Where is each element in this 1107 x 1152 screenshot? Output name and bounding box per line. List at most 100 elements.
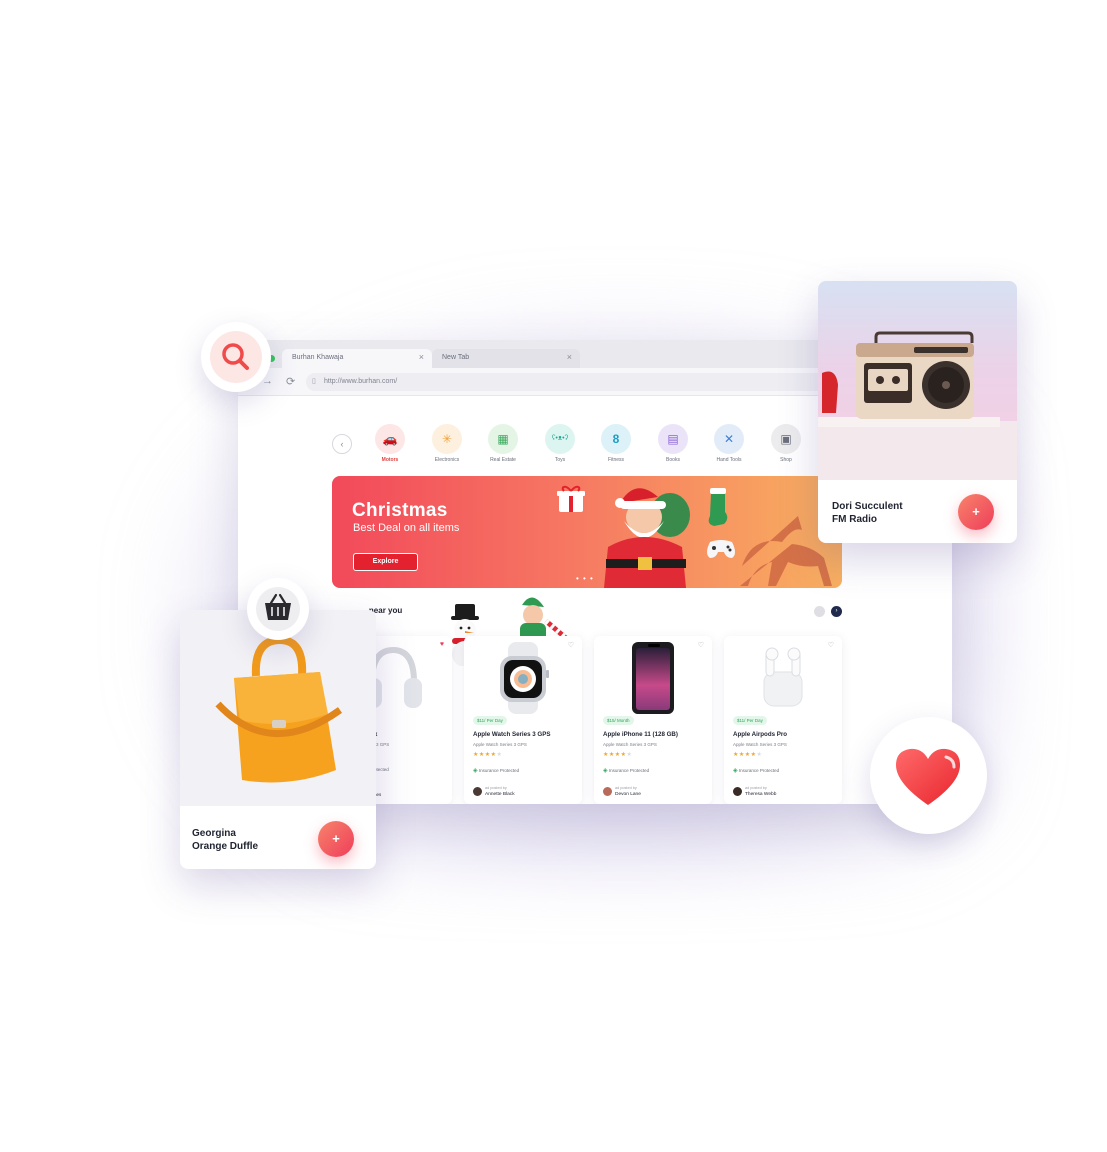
search-icon <box>210 331 262 383</box>
poster-name: Devon Lane <box>615 792 641 797</box>
section-next-button[interactable]: › <box>831 606 842 617</box>
shield-icon: ◈ <box>733 768 738 774</box>
add-to-cart-button[interactable]: + <box>958 494 994 530</box>
product-name: Apple iPhone 11 (128 GB) <box>603 731 678 738</box>
iphone-image <box>632 642 674 714</box>
avatar <box>603 787 612 796</box>
banner-pager-dots[interactable]: • • • <box>576 574 594 583</box>
favorite-button[interactable] <box>870 717 987 834</box>
ad-poster[interactable]: ad posted by Devon Lane <box>603 786 673 800</box>
category-toys[interactable]: ʕ•ᴥ•ʔ Toys <box>540 424 580 463</box>
category-label: Toys <box>554 457 566 463</box>
explore-button[interactable]: Explore <box>353 553 418 571</box>
category-hand-tools[interactable]: ✕ Hand Tools <box>709 424 749 463</box>
posted-by-label: ad posted by <box>745 786 767 790</box>
shield-icon: ◈ <box>473 768 478 774</box>
category-shop[interactable]: ▣ Shop <box>766 424 806 463</box>
add-to-cart-button[interactable]: + <box>318 821 354 857</box>
avatar <box>473 787 482 796</box>
product-subtitle: Apple Watch Series 3 GPS <box>603 742 657 747</box>
product-name: Apple Watch Series 3 GPS <box>473 731 551 738</box>
car-icon: 🚗 <box>375 424 405 454</box>
product-name: Apple Airpods Pro <box>733 731 788 738</box>
shield-icon: ◈ <box>603 768 608 774</box>
product-subtitle: Apple Watch Series 3 GPS <box>473 742 527 747</box>
ad-poster[interactable]: ad posted by Annette Black <box>473 786 543 800</box>
favorite-heart-icon[interactable]: ♡ <box>568 641 574 649</box>
bag-title-line2: Orange Duffle <box>192 841 259 852</box>
close-icon[interactable]: × <box>419 352 424 362</box>
shop-icon: ▣ <box>771 424 801 454</box>
insurance-label: ◈ Insurance Protected <box>733 767 779 774</box>
basket-button[interactable] <box>247 578 309 640</box>
category-books[interactable]: ▤ Books <box>653 424 693 463</box>
category-prev-button[interactable]: ‹ <box>332 434 352 454</box>
insurance-partial: otected <box>374 767 389 772</box>
rating-stars: ★★★★★ <box>473 752 503 758</box>
product-card-radio[interactable]: Dori Succulent FM Radio + <box>818 281 1017 543</box>
ad-poster[interactable]: ad posted by Theresa Webb <box>733 786 803 800</box>
product-subtitle: Apple Watch Series 3 GPS <box>733 742 787 747</box>
bag-title: Georgina Orange Duffle <box>192 827 258 853</box>
dumbbell-icon: 8 <box>601 424 631 454</box>
building-icon: ▦ <box>488 424 518 454</box>
favorite-heart-icon[interactable]: ♡ <box>828 641 834 649</box>
product-card[interactable]: ♡ $11/ Per Day Apple Watch Series 3 GPS … <box>464 636 582 804</box>
category-label: Books <box>666 457 680 463</box>
close-icon[interactable]: × <box>567 352 572 362</box>
search-button[interactable] <box>201 322 271 392</box>
product-card[interactable]: ♡ $15/ Month Apple iPhone 11 (128 GB) Ap… <box>594 636 712 804</box>
tab-new-tab[interactable]: New Tab × <box>432 349 580 368</box>
category-label: Motors <box>381 457 399 463</box>
category-label: Shop <box>780 457 792 463</box>
rating-stars: ★★★★★ <box>603 752 633 758</box>
product-card[interactable]: ♡ $11/ Per Day Apple Airpods Pro Apple W… <box>724 636 842 804</box>
radio-title-line2: FM Radio <box>832 514 877 525</box>
tab-label: New Tab <box>442 354 470 361</box>
christmas-banner[interactable]: Christmas Best Deal on all items Explore… <box>332 476 842 588</box>
tab-burhan-khawaja[interactable]: Burhan Khawaja × <box>282 349 432 368</box>
gift-icon <box>557 485 585 512</box>
category-motors[interactable]: 🚗 Motors <box>370 424 410 463</box>
category-fitness[interactable]: 8 Fitness <box>596 424 636 463</box>
rating-stars: ★★★★★ <box>733 752 763 758</box>
radio-title-line1: Dori Succulent <box>832 501 903 512</box>
price-badge: $11/ Per Day <box>733 716 767 725</box>
price-badge: $11/ Per Day <box>473 716 507 725</box>
category-real-estate[interactable]: ▦ Real Estate <box>483 424 523 463</box>
heart-icon <box>896 748 960 805</box>
basket-icon <box>256 587 300 631</box>
insurance-label: ◈ Insurance Protected <box>473 767 519 774</box>
radio-image <box>818 281 1017 480</box>
airpods-image <box>763 647 803 707</box>
url-text: http://www.burhan.com/ <box>324 378 398 385</box>
chip-icon: ✳ <box>432 424 462 454</box>
book-icon: ▤ <box>658 424 688 454</box>
category-label: Electronics <box>434 457 460 463</box>
avatar <box>733 787 742 796</box>
reload-icon[interactable]: ⟳ <box>286 375 295 388</box>
posted-by-label: ad posted by <box>485 786 507 790</box>
category-label: Fitness <box>607 457 625 463</box>
insurance-text: Insurance Protected <box>478 768 520 773</box>
radio-title: Dori Succulent FM Radio <box>832 500 903 526</box>
favorite-heart-icon[interactable]: ♡ <box>698 641 704 649</box>
insurance-text: Insurance Protected <box>738 768 780 773</box>
price-badge: $15/ Month <box>603 716 634 725</box>
category-electronics[interactable]: ✳ Electronics <box>427 424 467 463</box>
banner-title: Christmas <box>352 500 448 521</box>
favorite-heart-icon[interactable]: ♥ <box>440 641 444 648</box>
category-label: Real Estate <box>490 457 516 463</box>
insurance-label: ◈ Insurance Protected <box>603 767 649 774</box>
category-label: Hand Tools <box>716 457 742 463</box>
bear-icon: ʕ•ᴥ•ʔ <box>545 424 575 454</box>
tools-icon: ✕ <box>714 424 744 454</box>
santa-icon <box>604 488 690 588</box>
section-prev-button[interactable] <box>814 606 825 617</box>
stocking-icon <box>708 488 728 526</box>
category-bar: ‹ 🚗 Motors ✳ Electronics ▦ Real Estate ʕ… <box>332 424 832 464</box>
apple-watch-image <box>500 642 549 714</box>
page-icon: ▯ <box>312 378 316 385</box>
product-card-bag[interactable]: Georgina Orange Duffle + <box>180 610 376 869</box>
poster-name: Annette Black <box>485 792 515 797</box>
